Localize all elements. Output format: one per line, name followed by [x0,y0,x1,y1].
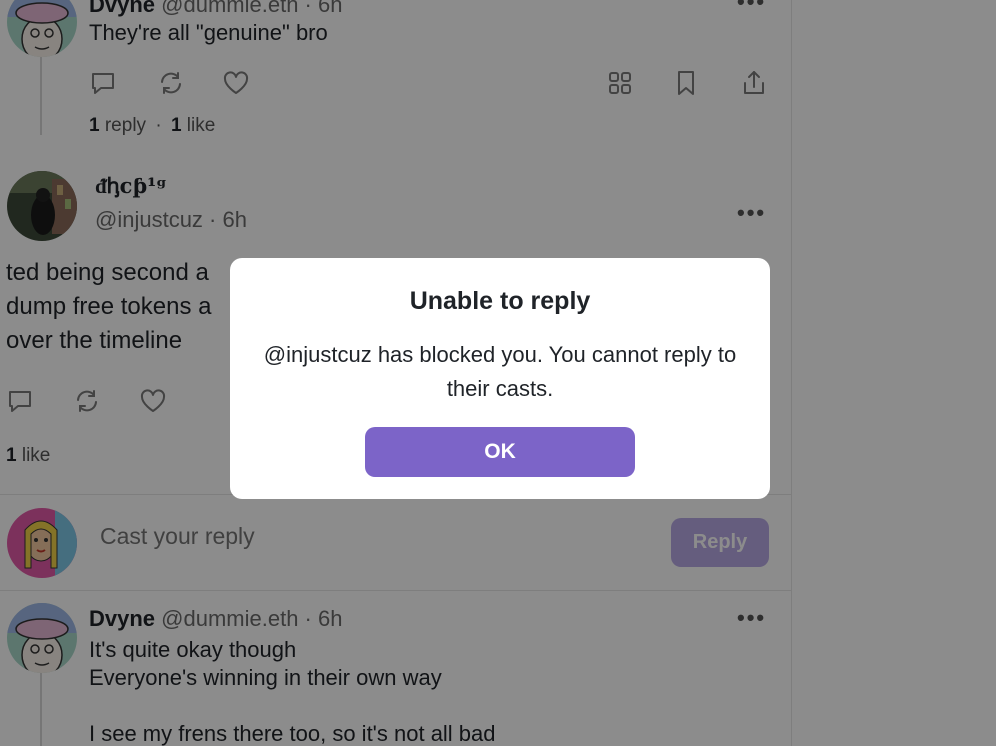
modal-dialog: Unable to reply @injustcuz has blocked y… [230,258,770,499]
modal-message: @injustcuz has blocked you. You cannot r… [263,342,737,401]
modal-title: Unable to reply [409,287,591,315]
ok-button[interactable]: OK [365,427,635,477]
